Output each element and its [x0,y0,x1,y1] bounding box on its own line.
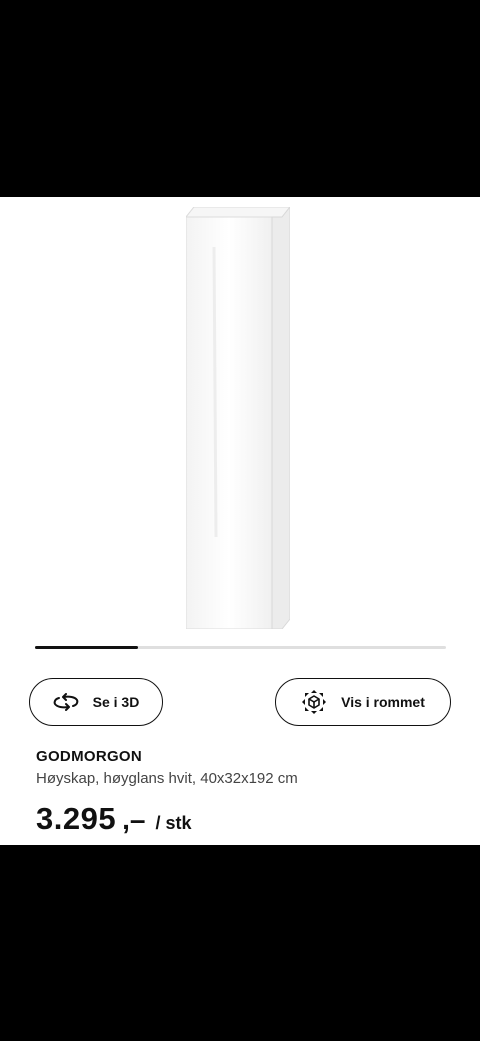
view-3d-button[interactable]: Se i 3D [29,678,163,726]
ar-room-icon [301,689,327,715]
view-in-room-label: Vis i rommet [341,694,425,710]
view-in-room-button[interactable]: Vis i rommet [275,678,451,726]
product-image[interactable] [0,197,480,637]
cabinet-image [186,207,290,629]
top-black-bar [0,0,480,197]
product-price: 3.295 ,– / stk [36,801,191,837]
rotate-3d-icon [53,693,79,711]
price-decimal: ,– [122,804,146,835]
view-3d-label: Se i 3D [92,694,140,710]
price-unit: / stk [155,813,192,833]
price-integer: 3.295 [36,801,117,836]
product-card: Se i 3D Vis i rommet GODMORGON Høyskap, … [0,197,480,845]
carousel-progress-thumb [35,646,138,649]
image-carousel-progress[interactable] [35,646,446,649]
bottom-black-bar [0,845,480,1041]
product-description: Høyskap, høyglans hvit, 40x32x192 cm [36,770,298,787]
product-name: GODMORGON [36,748,143,765]
